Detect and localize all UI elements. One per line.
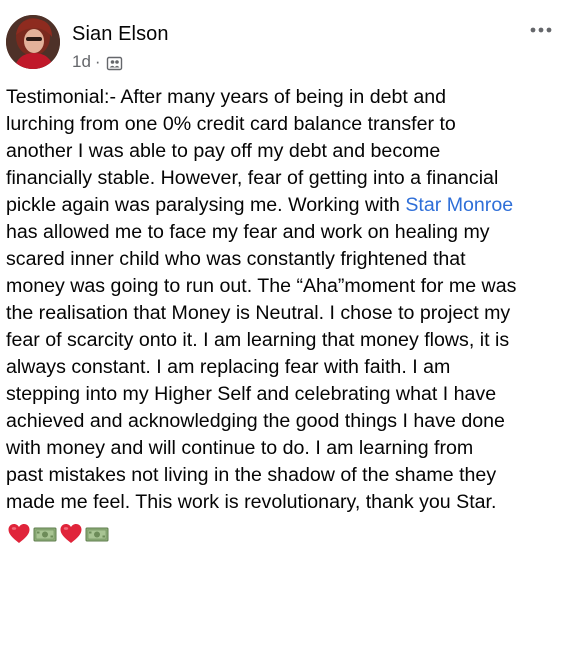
post-body: Testimonial:- After many years of being …	[6, 84, 566, 516]
more-dots-icon	[530, 27, 552, 33]
post-timestamp[interactable]: 1d	[72, 52, 91, 72]
red-heart-emoji	[7, 522, 31, 546]
more-options-button[interactable]	[526, 20, 556, 40]
post-card: Sian Elson 1d · Testimonial:- After many…	[0, 0, 574, 646]
money-bill-emoji	[33, 522, 57, 546]
money-bill-emoji	[85, 522, 109, 546]
red-heart-emoji	[59, 522, 83, 546]
group-audience-icon[interactable]	[106, 55, 123, 72]
post-text-part-2: has allowed me to face my fear and work …	[6, 221, 517, 513]
emoji-row	[7, 522, 109, 546]
author-avatar[interactable]	[6, 15, 60, 69]
meta-separator: ·	[94, 52, 101, 71]
post-meta: 1d ·	[72, 52, 123, 72]
avatar-image	[6, 15, 60, 69]
mention-link[interactable]: Star Monroe	[405, 194, 513, 216]
author-name[interactable]: Sian Elson	[72, 23, 169, 46]
